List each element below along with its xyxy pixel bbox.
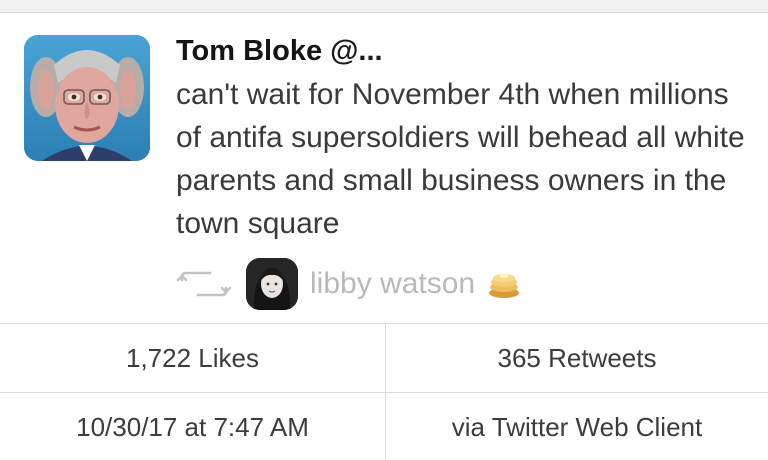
stats-row-meta: 10/30/17 at 7:47 AM via Twitter Web Clie… — [0, 393, 768, 460]
likes-count[interactable]: 1,722 Likes — [0, 324, 386, 392]
author-line: Tom Bloke @... — [176, 33, 383, 69]
retweeter-name[interactable]: libby watson — [310, 267, 475, 301]
retweet-icon[interactable] — [176, 267, 234, 301]
stats-row-engagement: 1,722 Likes 365 Retweets — [0, 324, 768, 393]
author-name[interactable]: Tom Bloke — [176, 35, 322, 67]
tweet-detail-window: Tom Bloke @... can't wait for November 4… — [0, 0, 768, 460]
tweet-timestamp: 10/30/17 at 7:47 AM — [0, 393, 386, 460]
tweet-text: can't wait for November 4th when million… — [176, 78, 745, 240]
tweet-client: via Twitter Web Client — [451, 411, 703, 442]
pancakes-icon — [487, 267, 521, 301]
window-top-strip — [0, 0, 768, 13]
tweet: Tom Bloke @... can't wait for November 4… — [0, 13, 768, 323]
author-handle[interactable]: @... — [330, 35, 382, 67]
retweets-count[interactable]: 365 Retweets — [386, 324, 768, 392]
author-avatar[interactable] — [24, 35, 150, 161]
tweet-stats: 1,722 Likes 365 Retweets 10/30/17 at 7:4… — [0, 323, 768, 460]
retweet-info: libby watson — [176, 255, 521, 313]
retweeter-avatar[interactable] — [246, 258, 298, 310]
caricature-avatar-icon — [24, 35, 150, 161]
